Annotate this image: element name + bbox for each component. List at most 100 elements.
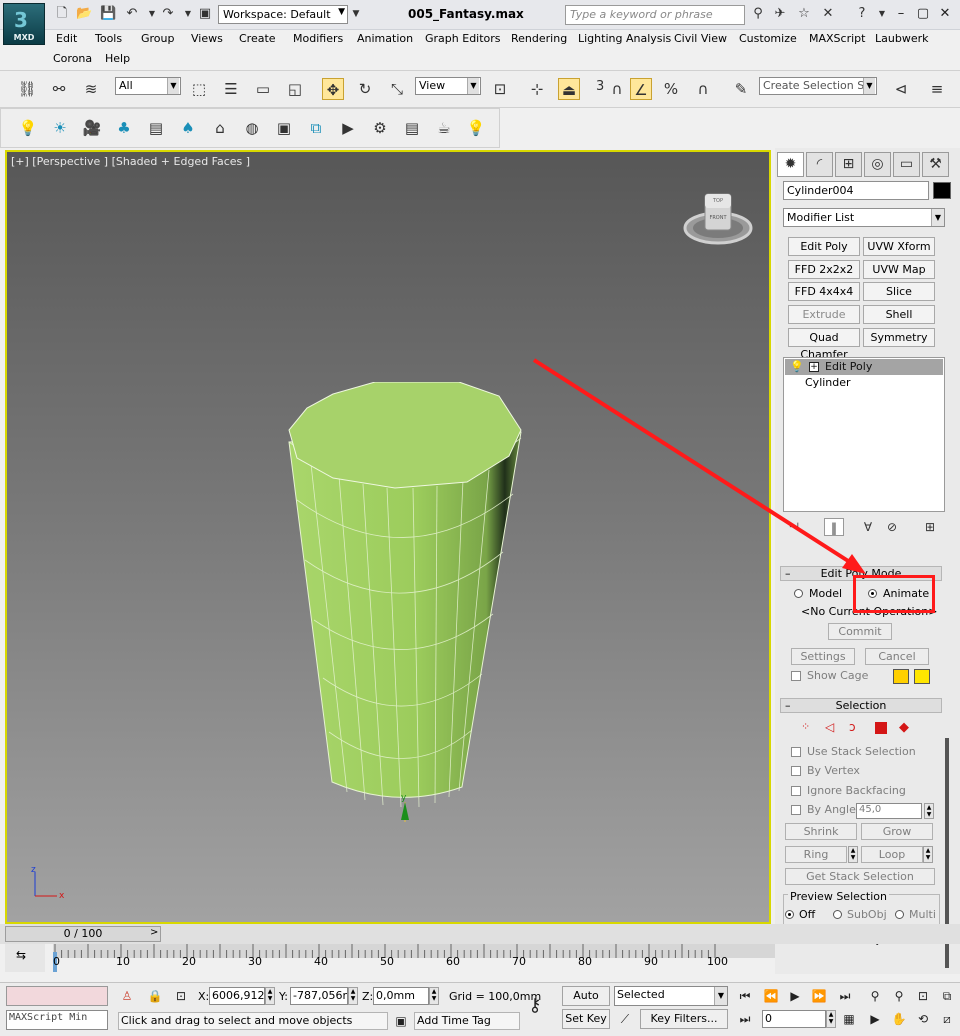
expand-icon[interactable]: + [809,362,819,372]
undo-icon[interactable]: ↶ [124,6,140,22]
light-lister-icon[interactable]: 💡 [465,117,487,139]
object-color-swatch[interactable] [933,182,951,199]
utilities-tab-icon[interactable]: ⚒ [922,152,949,177]
current-frame-spinner[interactable]: ▲ ▼ [826,1010,836,1028]
menu-corona[interactable]: Corona [53,52,92,65]
cage-color-swatch[interactable] [893,669,909,684]
minimize-button[interactable]: – [890,4,912,24]
uvw-xform-button[interactable]: UVW Xform [863,237,935,256]
menu-group[interactable]: Group [141,32,175,45]
help-dropdown-icon[interactable]: ▼ [874,6,890,22]
close-search-icon[interactable]: ✕ [820,6,836,22]
y-spinner[interactable]: ▲ ▼ [348,987,358,1005]
binoculars-icon[interactable]: ⚲ [750,6,766,22]
menu-help[interactable]: Help [105,52,130,65]
stack-item-edit-poly[interactable]: 💡 + Edit Poly [785,359,943,375]
proxy-icon[interactable]: ⌂ [209,117,231,139]
viewcube-icon[interactable]: TOP FRONT [683,186,753,246]
menu-civil-view[interactable]: Civil View [674,32,727,45]
cage-selected-color-swatch[interactable] [914,669,930,684]
menu-rendering[interactable]: Rendering [511,32,567,45]
modify-tab-icon[interactable]: ◜ [806,152,833,177]
preview-multi-radio[interactable] [895,910,904,919]
modifier-list-select[interactable]: Modifier List ▼ [783,208,945,227]
menu-create[interactable]: Create [239,32,276,45]
spinner-snap-icon[interactable]: ∩ [692,78,714,100]
redo-icon[interactable]: ↷ [160,6,176,22]
bind-space-warp-icon[interactable]: ≋ [80,78,102,100]
menu-laubwerk[interactable]: Laubwerk [875,32,928,45]
settings-button[interactable]: Settings [791,648,855,665]
menu-modifiers[interactable]: Modifiers [293,32,343,45]
get-stack-selection-button[interactable]: Get Stack Selection [785,868,935,885]
shrink-button[interactable]: Shrink [785,823,857,840]
modifier-stack[interactable]: 💡 + Edit Poly Cylinder [783,357,945,512]
layer-list-icon[interactable]: ▤ [145,117,167,139]
material-editor-icon[interactable]: ▣ [273,117,295,139]
uvw-map-button[interactable]: UVW Map [863,260,935,279]
orbit-icon[interactable]: ⟲ [914,1010,932,1028]
render-frame-icon[interactable]: ▶ [337,117,359,139]
symmetry-button[interactable]: Symmetry [863,328,935,347]
pan-view-icon[interactable]: ✋ [890,1010,908,1028]
plant-icon[interactable]: ♠ [177,117,199,139]
cylinder-object[interactable]: x y [277,382,537,822]
create-tab-icon[interactable]: ✹ [777,152,804,177]
add-time-tag-icon[interactable]: ▣ [392,1012,410,1030]
perspective-viewport[interactable]: [+] [Perspective ] [Shaded + Edged Faces… [5,150,771,924]
preview-subobj-radio[interactable] [833,910,842,919]
grow-button[interactable]: Grow [861,823,933,840]
zoom-extents-icon[interactable]: ⊡ [914,987,932,1005]
redo-dropdown-icon[interactable]: ▼ [180,6,196,22]
menu-customize[interactable]: Customize [739,32,797,45]
window-crossing-icon[interactable]: ◱ [284,78,306,100]
by-angle-spinner[interactable]: ▲ ▼ [924,803,934,819]
configure-modifier-sets-icon[interactable]: ⊞ [920,518,940,536]
show-end-result-icon[interactable]: ‖ [824,518,844,536]
edit-named-selection-icon[interactable]: ✎ [730,78,752,100]
zoom-icon[interactable]: ⚲ [866,987,884,1005]
render-setup-icon[interactable]: ⧉ [305,117,327,139]
previous-frame-icon[interactable]: ⏪ [762,987,780,1005]
sun-icon[interactable]: ☀ [49,117,71,139]
key-selection-select[interactable]: Selected ▼ [614,986,728,1006]
menu-graph-editors[interactable]: Graph Editors [425,32,501,45]
camera-icon[interactable]: 🎥 [81,117,103,139]
pin-stack-icon[interactable]: ⊣ [784,518,804,536]
undo-dropdown-icon[interactable]: ▼ [144,6,160,22]
select-by-name-icon[interactable]: ☰ [220,78,242,100]
app-logo[interactable]: 3 MXD [3,3,45,45]
object-name-field[interactable]: Cylinder004 [783,181,929,200]
play-icon[interactable]: ▶ [786,987,804,1005]
key-filters-button[interactable]: Key Filters... [640,1009,728,1029]
display-tab-icon[interactable]: ▭ [893,152,920,177]
x-coordinate-input[interactable]: 6006,912m [209,987,265,1005]
vertex-mode-icon[interactable]: ⁘ [801,720,810,733]
by-angle-input[interactable]: 45,0 [856,803,922,819]
snap-magnet-icon[interactable]: ∩ [606,78,628,100]
ring-button[interactable]: Ring [785,846,847,863]
render-production-icon[interactable]: ⚙ [369,117,391,139]
select-and-rotate-icon[interactable]: ↻ [354,78,376,100]
move-gizmo[interactable]: x y [397,793,533,822]
model-radio[interactable] [794,589,803,598]
auto-key-button[interactable]: Auto Key [562,986,610,1020]
angle-snap-icon[interactable]: ∠ [630,78,652,100]
x-spinner[interactable]: ▲ ▼ [265,987,275,1005]
percent-snap-icon[interactable]: % [660,78,682,100]
keyboard-shortcut-override-icon[interactable]: ⏏ [558,78,580,100]
render-window-icon[interactable]: ▤ [401,117,423,139]
select-and-move-icon[interactable]: ✥ [322,78,344,100]
menu-lighting-analysis[interactable]: Lighting Analysis [578,32,671,45]
menu-views[interactable]: Views [191,32,223,45]
make-unique-icon[interactable]: ∀ [858,518,878,536]
menu-edit[interactable]: Edit [56,32,77,45]
help-icon[interactable]: ? [854,6,870,22]
link-icon[interactable]: ⛓ [16,78,38,100]
y-coordinate-input[interactable]: -787,056m [290,987,348,1005]
selection-rollout-header[interactable]: – Selection [780,698,942,713]
align-icon[interactable]: ≡ [926,78,948,100]
pivot-center-icon[interactable]: ⊡ [489,78,511,100]
save-icon[interactable]: 💾 [100,6,116,22]
ignore-backfacing-checkbox[interactable] [791,786,801,796]
